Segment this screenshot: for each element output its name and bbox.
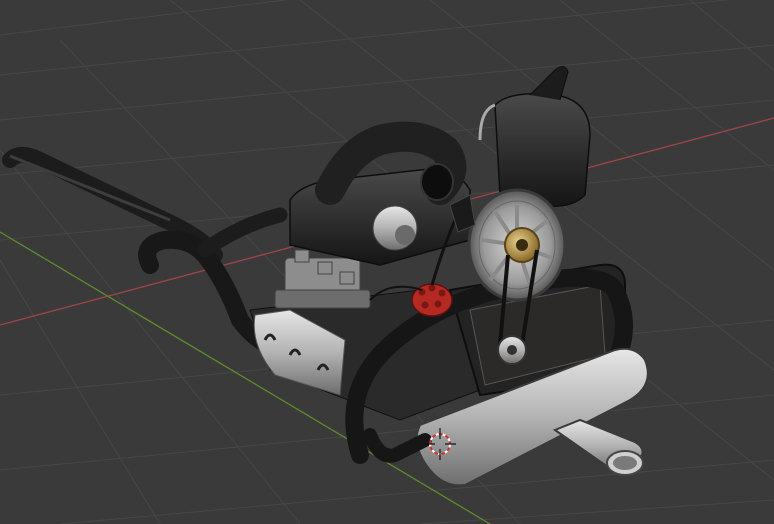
engine-model[interactable]	[2, 66, 649, 487]
3d-viewport[interactable]	[0, 0, 774, 524]
